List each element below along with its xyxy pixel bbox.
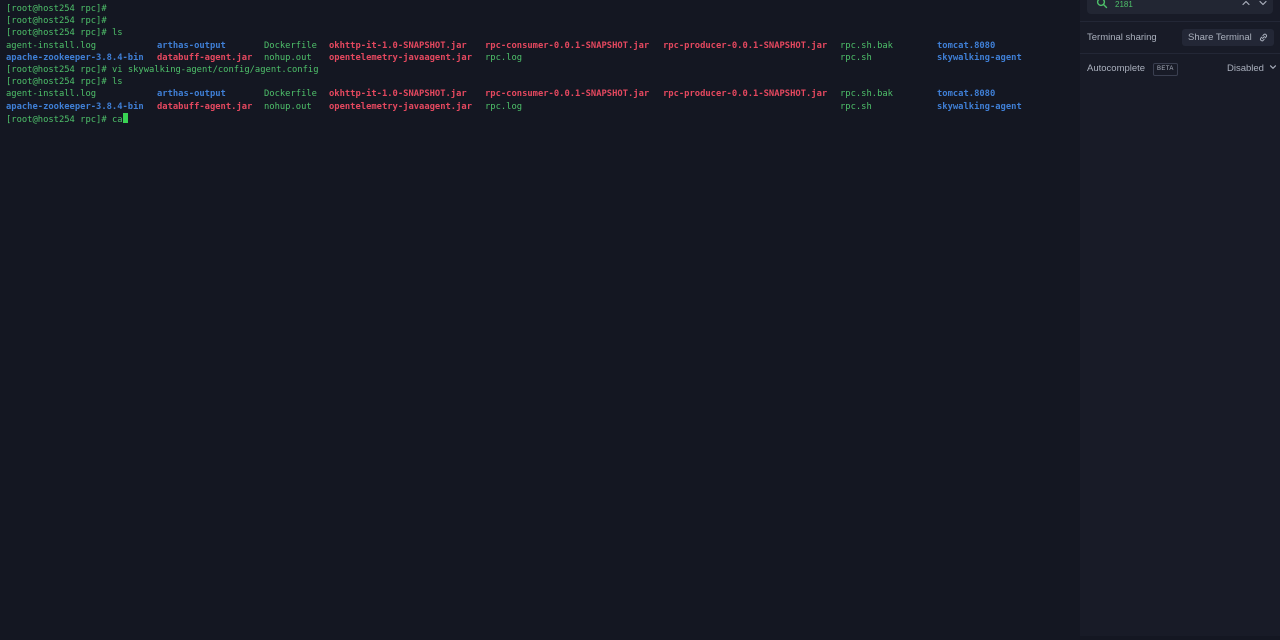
terminal-output[interactable]: [root@host254 rpc]# [root@host254 rpc]# [r… xyxy=(0,0,1079,636)
divider xyxy=(1080,53,1280,54)
divider xyxy=(1080,21,1280,22)
beta-badge: BETA xyxy=(1153,63,1178,76)
directory-entry: arthas-output xyxy=(157,41,226,51)
directory-entry: tomcat.8080 xyxy=(937,89,996,99)
file-entry: rpc.log xyxy=(485,53,523,63)
terminal-sharing-label: Terminal sharing xyxy=(1087,32,1157,43)
terminal-side-panel: Terminal sharing Share Terminal Autocomp… xyxy=(1080,0,1280,636)
jar-file-entry: rpc-consumer-0.0.1-SNAPSHOT.jar xyxy=(485,89,650,99)
terminal-prompt-line: [root@host254 rpc]# xyxy=(6,15,107,27)
jar-file-entry: rpc-producer-0.0.1-SNAPSHOT.jar xyxy=(663,41,828,51)
share-terminal-button[interactable]: Share Terminal xyxy=(1182,29,1274,46)
command-text: ls xyxy=(111,77,123,87)
search-input[interactable] xyxy=(1115,0,1225,10)
search-bar[interactable] xyxy=(1087,0,1273,14)
file-entry: Dockerfile xyxy=(264,41,317,51)
terminal-prompt-line: [root@host254 rpc]# xyxy=(6,3,107,15)
chevron-down-icon[interactable] xyxy=(1257,0,1269,9)
autocomplete-select[interactable]: Disabled xyxy=(1227,62,1277,76)
file-entry: rpc.sh.bak xyxy=(840,41,893,51)
command-text: ls xyxy=(111,28,123,38)
file-entry: rpc.sh xyxy=(840,53,872,63)
file-entry: rpc.sh xyxy=(840,102,872,112)
file-entry: Dockerfile xyxy=(264,89,317,99)
chevron-down-icon xyxy=(1269,65,1276,69)
directory-entry: skywalking-agent xyxy=(937,53,1022,63)
link-icon xyxy=(1259,33,1268,42)
file-entry: nohup.out xyxy=(264,53,312,63)
autocomplete-value: Disabled xyxy=(1227,63,1264,74)
jar-file-entry: rpc-producer-0.0.1-SNAPSHOT.jar xyxy=(663,89,828,99)
prompt-text: [root@host254 rpc]# xyxy=(6,4,107,14)
jar-file-entry: rpc-consumer-0.0.1-SNAPSHOT.jar xyxy=(485,41,650,51)
prompt-text: [root@host254 rpc]# xyxy=(6,16,107,26)
directory-entry: skywalking-agent xyxy=(937,102,1022,112)
directory-entry: apache-zookeeper-3.8.4-bin xyxy=(6,102,144,112)
terminal-cursor xyxy=(122,113,128,123)
jar-file-entry: databuff-agent.jar xyxy=(157,53,253,63)
prompt-text: [root@host254 rpc]# xyxy=(6,115,107,125)
search-icon xyxy=(1096,0,1108,9)
directory-entry: tomcat.8080 xyxy=(937,41,996,51)
prompt-text: [root@host254 rpc]# xyxy=(6,77,107,87)
jar-file-entry: opentelemetry-javaagent.jar xyxy=(329,102,472,112)
share-terminal-label: Share Terminal xyxy=(1188,32,1252,43)
jar-file-entry: opentelemetry-javaagent.jar xyxy=(329,53,472,63)
prompt-text: [root@host254 rpc]# xyxy=(6,28,107,38)
terminal-prompt-line: [root@host254 rpc]# vi skywalking-agent/… xyxy=(6,64,319,76)
jar-file-entry: okhttp-it-1.0-SNAPSHOT.jar xyxy=(329,89,467,99)
file-entry: agent-install.log xyxy=(6,41,97,51)
prompt-text: [root@host254 rpc]# xyxy=(6,65,107,75)
jar-file-entry: databuff-agent.jar xyxy=(157,102,253,112)
command-text: ca xyxy=(111,115,123,125)
chevron-up-icon[interactable] xyxy=(1240,0,1252,9)
file-entry: rpc.log xyxy=(485,102,523,112)
autocomplete-label: Autocomplete xyxy=(1087,63,1146,74)
file-entry: rpc.sh.bak xyxy=(840,89,893,99)
file-entry: nohup.out xyxy=(264,102,312,112)
directory-entry: arthas-output xyxy=(157,89,226,99)
terminal-prompt-line: [root@host254 rpc]# ls xyxy=(6,76,123,88)
command-text: vi skywalking-agent/config/agent.config xyxy=(111,65,319,75)
directory-entry: apache-zookeeper-3.8.4-bin xyxy=(6,53,144,63)
file-entry: agent-install.log xyxy=(6,89,97,99)
terminal-prompt-line: [root@host254 rpc]# ca xyxy=(6,113,128,125)
jar-file-entry: okhttp-it-1.0-SNAPSHOT.jar xyxy=(329,41,467,51)
terminal-prompt-line: [root@host254 rpc]# ls xyxy=(6,27,123,39)
